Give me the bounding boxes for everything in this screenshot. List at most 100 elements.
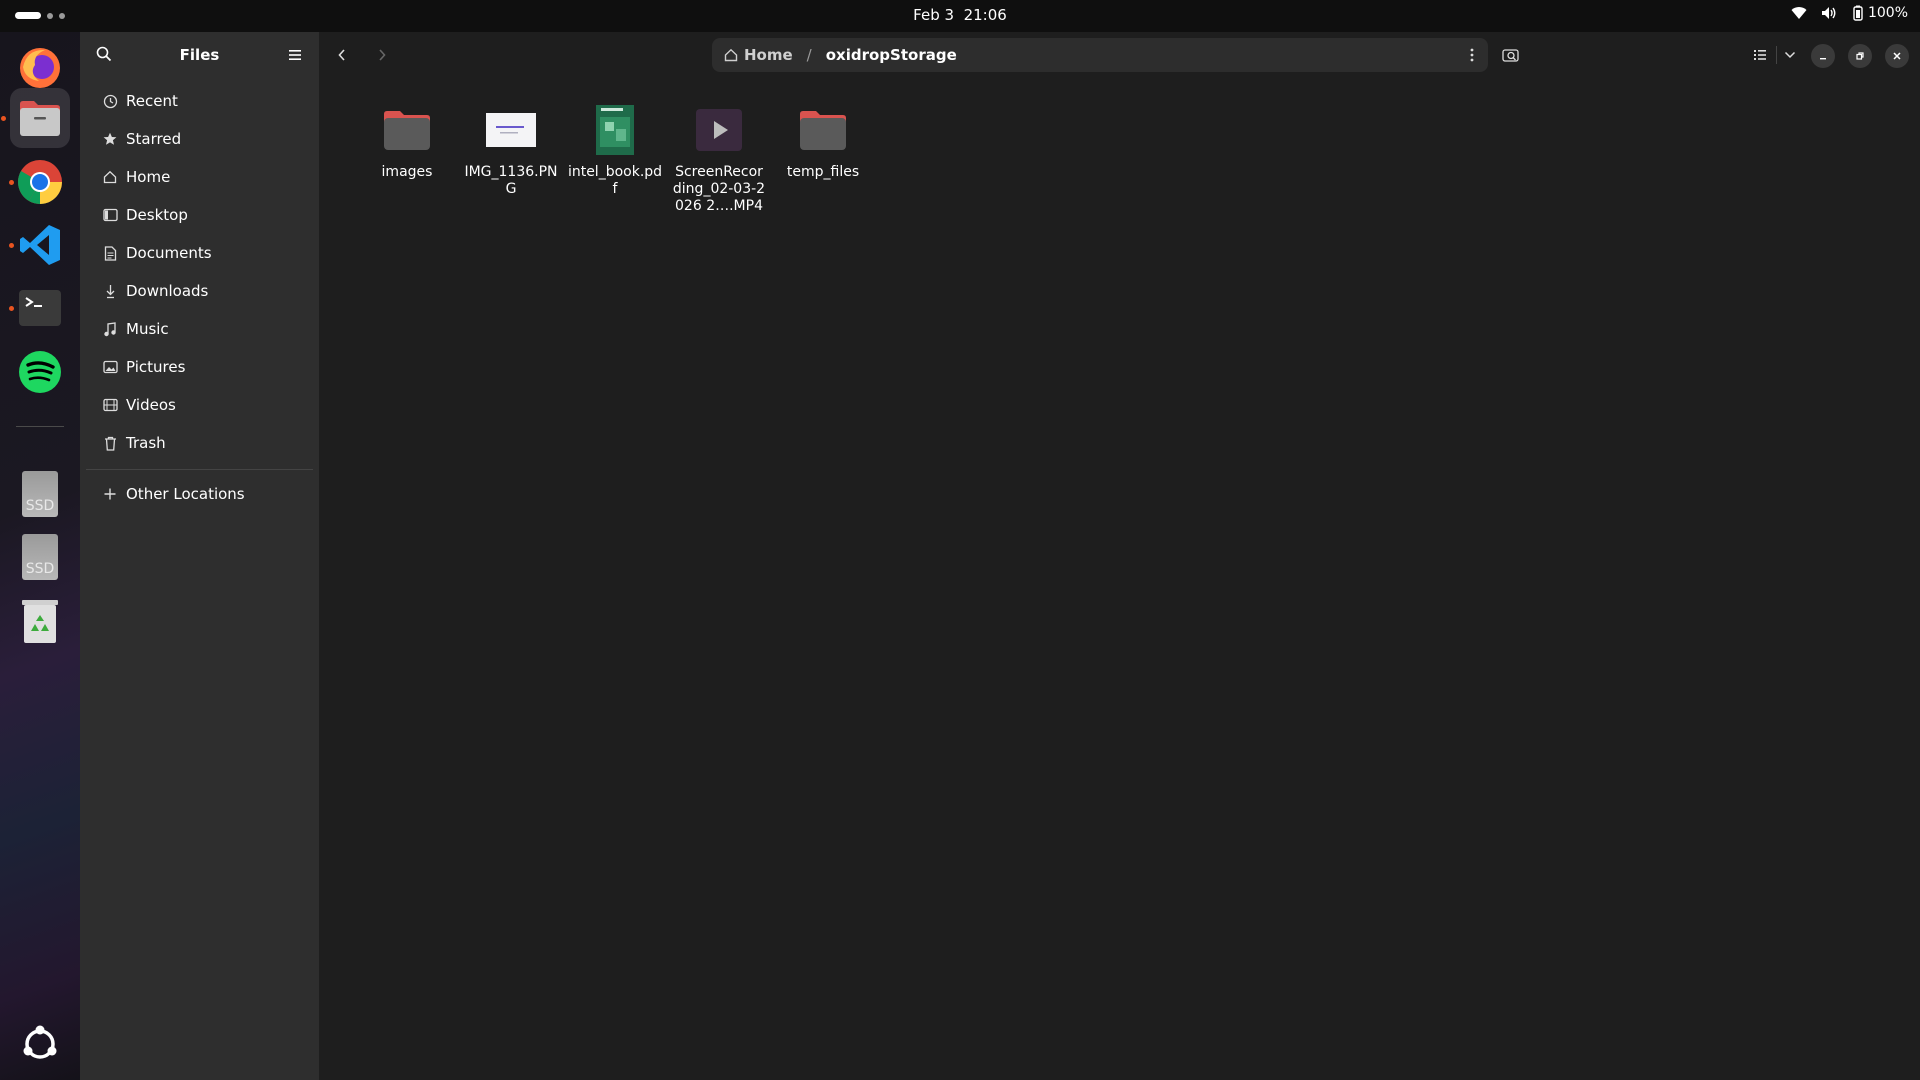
sidebar-header: Files	[80, 32, 319, 78]
running-indicator	[1, 116, 6, 121]
chevron-down-icon	[1784, 51, 1796, 59]
search-folder-icon	[1502, 49, 1519, 62]
music-icon	[102, 321, 118, 337]
running-indicator	[9, 306, 14, 311]
file-name: ScreenRecording_02-03-2026 2….MP4	[672, 164, 766, 214]
sidebar-item-downloads[interactable]: Downloads	[88, 274, 311, 308]
files-sidebar: Files Recent Starred Home Desktop Docume…	[80, 32, 319, 1080]
sidebar-item-starred[interactable]: Starred	[88, 122, 311, 156]
app-title: Files	[179, 46, 220, 64]
path-bar[interactable]: Home / oxidropStorage	[712, 38, 1488, 72]
picture-icon	[102, 359, 118, 375]
file-item-folder[interactable]: temp_files	[773, 98, 873, 181]
back-button[interactable]	[327, 40, 357, 70]
trash-icon	[102, 435, 118, 451]
sidebar-item-label: Videos	[126, 396, 176, 414]
chrome-icon[interactable]	[9, 152, 70, 212]
workspace-indicator	[59, 12, 65, 19]
video-icon	[102, 397, 118, 413]
spotify-icon[interactable]	[10, 342, 70, 402]
files-icon[interactable]	[1, 88, 70, 148]
main-menu-icon[interactable]	[288, 47, 302, 66]
minimize-icon	[1820, 58, 1826, 60]
wifi-icon	[1791, 6, 1807, 20]
dock: SSD SSD	[0, 32, 80, 1080]
close-button[interactable]	[1885, 44, 1909, 68]
system-tray[interactable]: 100%	[1791, 5, 1908, 21]
clock-icon	[102, 93, 118, 109]
activities-indicator[interactable]	[15, 12, 65, 19]
path-menu-icon[interactable]	[1470, 48, 1474, 66]
file-item-image[interactable]: IMG_1136.PNG	[461, 98, 561, 198]
chevron-left-icon	[338, 49, 345, 61]
list-view-icon	[1754, 50, 1766, 60]
video-thumbnail	[687, 98, 751, 162]
folder-icon	[375, 98, 439, 162]
sidebar-item-videos[interactable]: Videos	[88, 388, 311, 422]
file-name: temp_files	[786, 164, 860, 180]
folder-icon	[791, 98, 855, 162]
header-bar: Home / oxidropStorage	[319, 32, 1920, 78]
restore-icon	[1856, 52, 1864, 60]
view-list-button[interactable]	[1745, 40, 1775, 70]
home-icon	[724, 48, 738, 62]
file-name: intel_book.pdf	[567, 164, 663, 197]
plus-icon	[102, 486, 118, 502]
ssd-drive-icon[interactable]: SSD	[10, 464, 70, 524]
sidebar-item-label: Recent	[126, 92, 178, 110]
restore-button[interactable]	[1848, 44, 1872, 68]
close-icon	[1893, 52, 1901, 60]
sidebar-item-pictures[interactable]: Pictures	[88, 350, 311, 384]
breadcrumb-home[interactable]: Home	[724, 46, 793, 64]
ssd-drive-icon[interactable]: SSD	[10, 527, 70, 587]
toolbar-divider	[1776, 46, 1777, 64]
battery-percent: 100%	[1867, 5, 1908, 21]
star-icon	[102, 131, 118, 147]
workspace-indicator	[47, 12, 53, 19]
sidebar-item-label: Desktop	[126, 206, 188, 224]
file-view: Home / oxidropStorage images IMG_1136.PN…	[319, 32, 1920, 1080]
running-indicator	[9, 243, 14, 248]
file-name: images	[381, 164, 433, 180]
clock[interactable]: Feb 3 21:06	[0, 6, 1920, 24]
file-item-video[interactable]: ScreenRecording_02-03-2026 2….MP4	[669, 98, 769, 215]
sidebar-item-home[interactable]: Home	[88, 160, 311, 194]
sidebar-item-music[interactable]: Music	[88, 312, 311, 346]
chevron-right-icon	[379, 49, 386, 61]
battery-icon	[1853, 5, 1863, 21]
forward-button[interactable]	[367, 40, 397, 70]
trash-icon[interactable]	[10, 591, 70, 651]
clock-time: 21:06	[963, 6, 1007, 24]
clock-date: Feb 3	[913, 6, 955, 24]
file-item-folder[interactable]: images	[357, 98, 457, 181]
show-apps-icon[interactable]	[10, 1014, 70, 1074]
terminal-icon[interactable]	[9, 278, 70, 338]
volume-icon	[1821, 6, 1837, 20]
sidebar-item-label: Trash	[126, 434, 166, 452]
ssd-label: SSD	[25, 498, 55, 514]
desktop-icon	[102, 207, 118, 223]
minimize-button[interactable]	[1811, 44, 1835, 68]
breadcrumb-home-label: Home	[744, 46, 793, 64]
sidebar-item-label: Downloads	[126, 282, 209, 300]
sidebar-item-label: Other Locations	[126, 485, 245, 503]
file-item-pdf[interactable]: intel_book.pdf	[565, 98, 665, 198]
breadcrumb-current[interactable]: oxidropStorage	[826, 46, 957, 64]
sidebar-item-label: Home	[126, 168, 171, 186]
sidebar-item-desktop[interactable]: Desktop	[88, 198, 311, 232]
sidebar-item-recent[interactable]: Recent	[88, 84, 311, 118]
dock-separator	[16, 426, 64, 427]
workspace-active-indicator	[15, 12, 41, 19]
sidebar-item-label: Starred	[126, 130, 182, 148]
sidebar-item-label: Music	[126, 320, 169, 338]
sidebar-divider	[86, 469, 313, 470]
view-options-button[interactable]	[1779, 40, 1801, 70]
vscode-icon[interactable]	[9, 215, 70, 275]
breadcrumb-current-label: oxidropStorage	[825, 46, 957, 64]
sidebar-item-trash[interactable]: Trash	[88, 426, 311, 460]
ssd-label: SSD	[25, 561, 55, 577]
search-files-button[interactable]	[1496, 40, 1526, 70]
sidebar-item-documents[interactable]: Documents	[88, 236, 311, 270]
top-bar: Feb 3 21:06 100%	[0, 0, 1920, 32]
sidebar-item-other-locations[interactable]: Other Locations	[88, 477, 311, 511]
